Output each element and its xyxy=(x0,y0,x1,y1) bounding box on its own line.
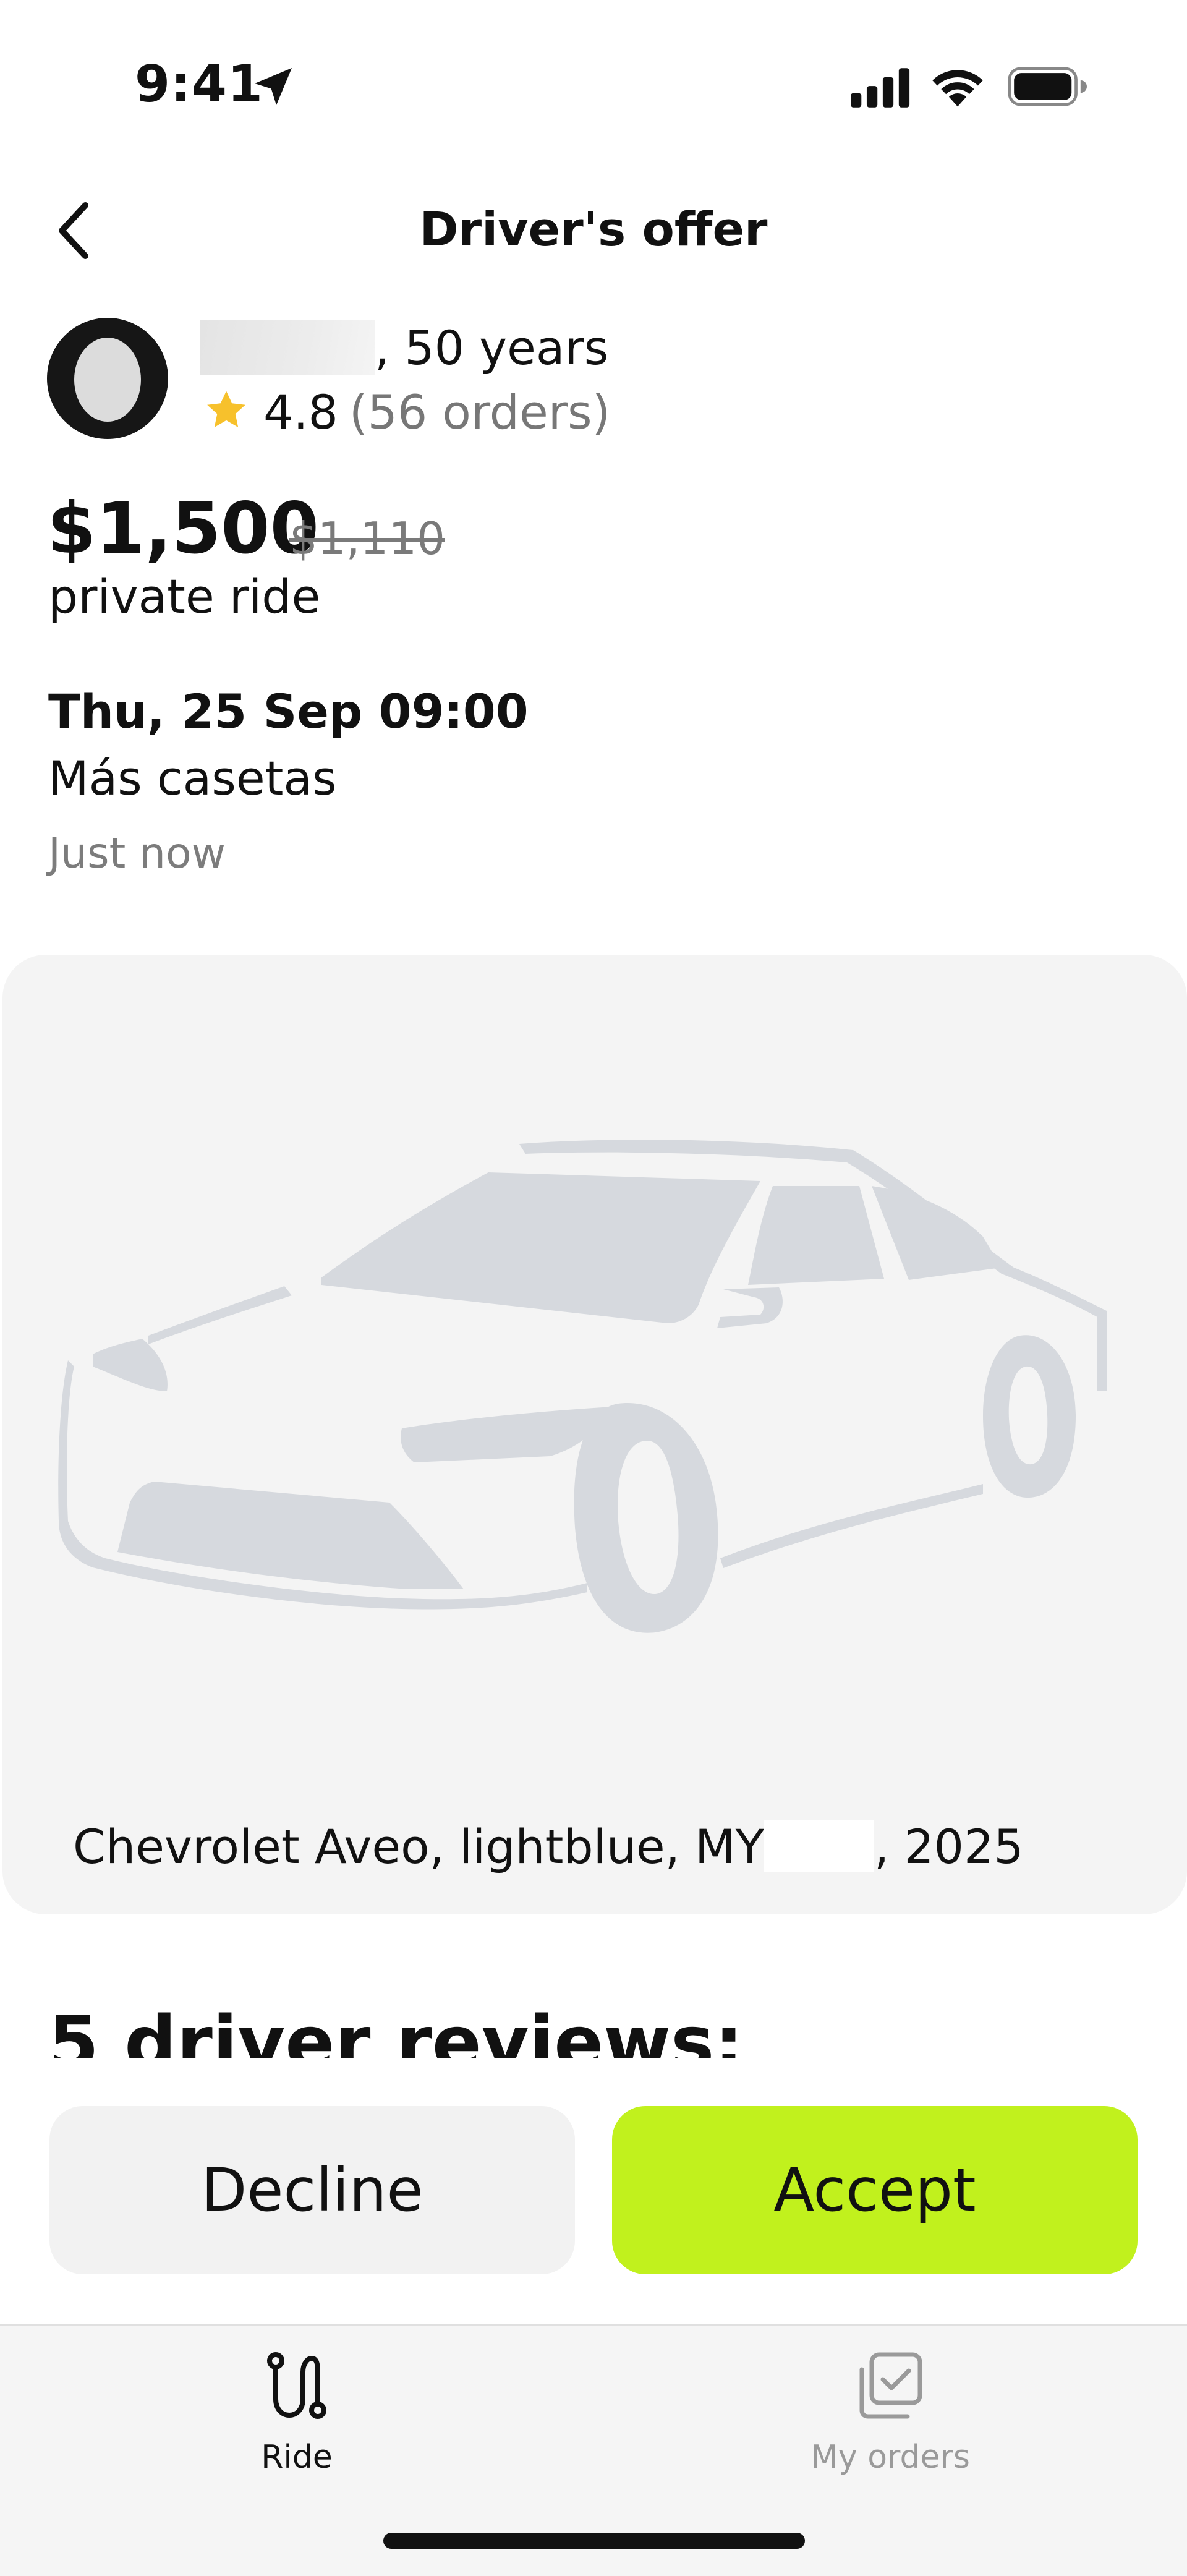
ride-type: private ride xyxy=(48,569,321,624)
driver-name-redacted xyxy=(200,320,375,375)
car-description: Chevrolet Aveo, lightblue, MYT xyxy=(73,1819,793,1874)
driver-avatar xyxy=(47,318,168,439)
rating-value: 4.8 xyxy=(263,385,338,440)
battery-icon xyxy=(1008,67,1087,106)
original-price: $1,110 xyxy=(289,513,445,565)
avatar-face-redacted xyxy=(74,338,141,422)
tab-my-orders-label: My orders xyxy=(810,2439,970,2476)
wifi-icon xyxy=(932,70,983,107)
orders-checklist-icon xyxy=(859,2352,922,2419)
star-icon xyxy=(207,391,245,427)
driver-rating: 4.8 (56 orders) xyxy=(263,385,610,440)
reviews-title: 5 driver reviews: xyxy=(48,2000,744,2058)
plate-number-redacted xyxy=(764,1820,874,1872)
tab-ride-label: Ride xyxy=(261,2439,333,2476)
cellular-signal-icon xyxy=(851,68,910,108)
home-indicator xyxy=(383,2533,805,2549)
trip-datetime: Thu, 25 Sep 09:00 xyxy=(48,684,529,739)
tab-my-orders[interactable]: My orders xyxy=(674,2326,1107,2487)
page-title: Driver's offer xyxy=(419,202,768,257)
status-time: 9:41 xyxy=(135,55,263,114)
trip-destination: Más casetas xyxy=(48,751,337,806)
location-arrow-icon xyxy=(255,68,292,105)
car-placeholder-icon xyxy=(58,1140,1107,1633)
offer-price: $1,500 xyxy=(47,487,319,569)
driver-age: , 50 years xyxy=(375,320,609,375)
decline-button[interactable]: Decline xyxy=(49,2106,575,2274)
orders-count: (56 orders) xyxy=(349,385,611,440)
offer-timestamp: Just now xyxy=(48,829,226,878)
route-icon xyxy=(267,2352,326,2419)
tab-ride[interactable]: Ride xyxy=(80,2326,513,2487)
accept-button[interactable]: Accept xyxy=(612,2106,1138,2274)
reviews-section: 5 driver reviews: xyxy=(0,1979,1187,2058)
car-year: , 2025 xyxy=(874,1819,1024,1874)
